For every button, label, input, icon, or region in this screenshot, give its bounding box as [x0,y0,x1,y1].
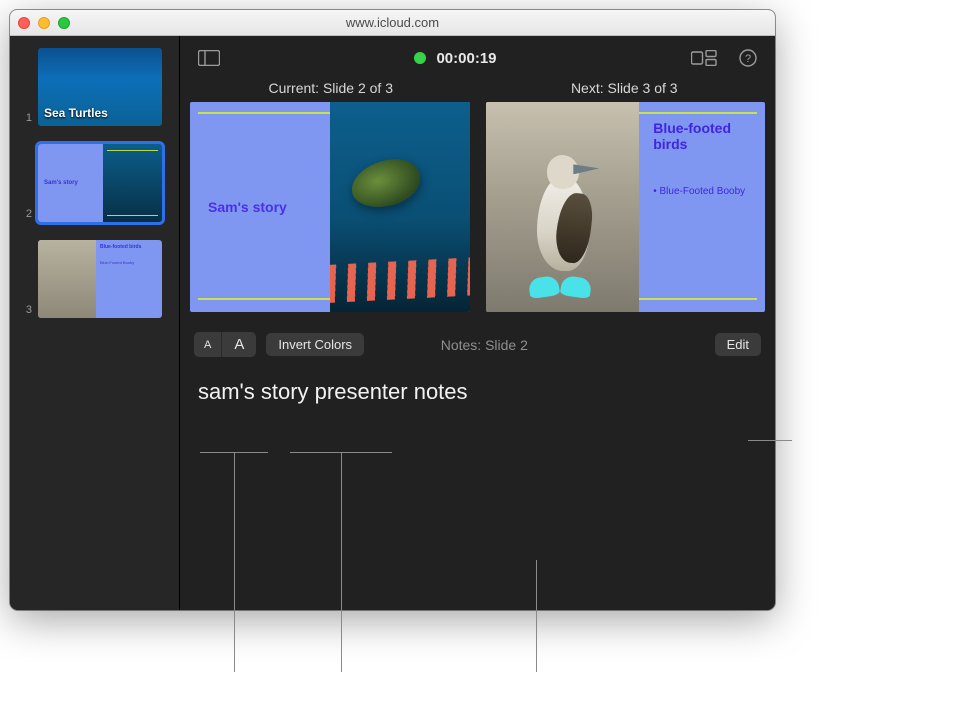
sidebar-toggle-icon[interactable] [198,50,220,66]
notes-slide-label: Notes: Slide 2 [264,337,705,353]
slide-navigator: 1 Sea Turtles 2 Sam's story 3 [10,36,180,610]
callout-leader [341,452,342,672]
slide-number: 1 [18,112,32,126]
layout-options-icon[interactable] [691,50,717,66]
slide-title: Sam's story [44,180,78,186]
next-slide-label: Next: Slide 3 of 3 [486,80,764,96]
notes-toolbar: A A Invert Colors Notes: Slide 2 Edit [180,312,775,363]
slide-title: Blue-footed birds [100,244,158,250]
slide-heading: Sam's story [208,199,287,215]
slide-thumbnail[interactable]: Sea Turtles [38,48,162,126]
increase-font-button[interactable]: A [221,332,256,357]
window-titlebar: www.icloud.com [10,10,775,36]
slide-thumb-3[interactable]: 3 Blue-footed birds Blue-Footed Booby [18,240,171,318]
slide-image [330,102,470,312]
callout-leader [536,560,537,672]
edit-notes-button[interactable]: Edit [715,333,761,356]
callout-leader [234,452,235,672]
help-icon[interactable]: ? [739,49,757,67]
slide-number: 3 [18,304,32,318]
svg-text:?: ? [745,53,751,65]
slide-thumb-2[interactable]: 2 Sam's story [18,144,171,222]
font-size-group: A A [194,332,256,357]
presenter-window: www.icloud.com 1 Sea Turtles 2 Sam's sto… [10,10,775,610]
slide-subtitle: Blue-Footed Booby [100,260,158,265]
callout-leader [290,452,392,453]
slide-thumbnail-selected[interactable]: Sam's story [38,144,162,222]
slide-bullet: Blue-Footed Booby [653,186,751,197]
timer-value: 00:00:19 [436,50,496,67]
current-slide-preview[interactable]: Sam's story [190,102,470,312]
slide-number: 2 [18,208,32,222]
slide-title: Sea Turtles [44,106,108,120]
presentation-timer: 00:00:19 [414,50,496,67]
current-slide-label: Current: Slide 2 of 3 [192,80,470,96]
next-slide-preview[interactable]: Blue-footed birds Blue-Footed Booby [486,102,766,312]
window-title: www.icloud.com [10,15,775,30]
slide-heading: Blue-footed birds [653,120,751,152]
presenter-topbar: 00:00:19 ? [180,36,775,80]
presenter-notes-text: sam's story presenter notes [180,363,775,435]
recording-indicator-icon [414,52,426,64]
callout-leader [200,452,268,453]
slide-thumb-1[interactable]: 1 Sea Turtles [18,48,171,126]
presenter-main: 00:00:19 ? Current: Slide 2 of 3 Next: S… [180,36,775,610]
callout-leader [748,440,792,441]
slide-image [486,102,640,312]
slide-thumbnail[interactable]: Blue-footed birds Blue-Footed Booby [38,240,162,318]
decrease-font-button[interactable]: A [194,332,221,357]
